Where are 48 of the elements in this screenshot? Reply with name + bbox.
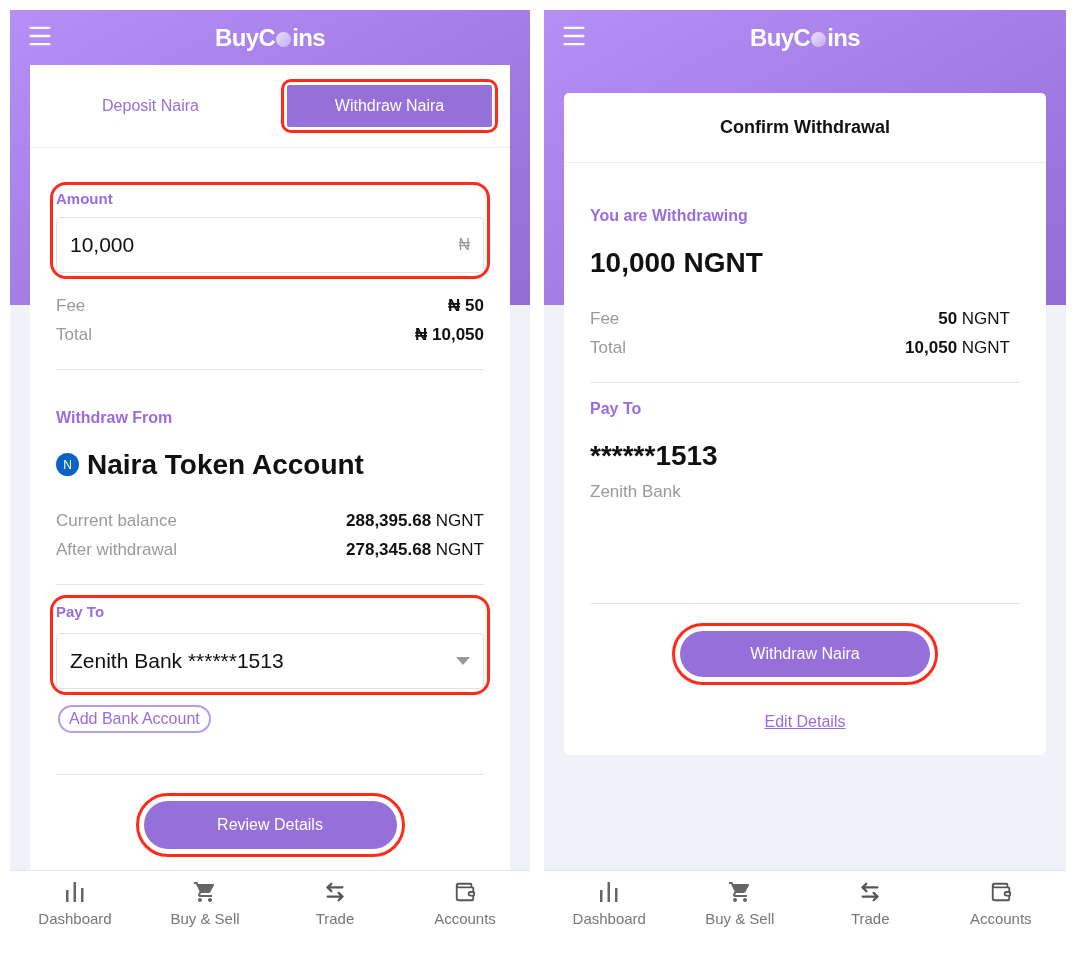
nav-tab[interactable]: Accounts <box>400 871 530 940</box>
wallet-icon <box>989 881 1012 904</box>
nav-tab[interactable]: Trade <box>805 871 936 940</box>
section-label: Pay To <box>590 399 642 419</box>
withdraw-amount: 10,000 NGNT <box>590 246 763 280</box>
nav-tab[interactable]: Accounts <box>935 871 1066 940</box>
charge-label: Fee <box>56 294 86 317</box>
account-number: ******1513 <box>590 439 718 473</box>
dropdown-icon <box>456 657 470 665</box>
nav-tab[interactable]: Dashboard <box>10 871 140 940</box>
brand-logo: BuyC ins <box>749 22 861 53</box>
nav-tab[interactable]: Buy & Sell <box>674 871 805 940</box>
brand-logo: BuyC ins <box>214 22 326 53</box>
section-label: Withdraw From <box>56 407 173 428</box>
bar-chart-icon <box>64 882 86 903</box>
amount-field[interactable]: 10,000 ₦ <box>56 216 484 273</box>
cart-icon <box>727 880 752 905</box>
card-title: Confirm Withdrawal <box>720 116 890 139</box>
balance-value: 278,345.68 NGNT <box>346 538 484 561</box>
charge-label: Total <box>56 323 92 346</box>
charge-value: ₦ 10,050 <box>415 323 484 346</box>
token-icon: N <box>56 453 79 476</box>
swap-arrows-icon <box>859 881 882 904</box>
bank-select[interactable]: Zenith Bank ******1513 <box>56 633 484 689</box>
swap-arrows-icon <box>324 881 346 904</box>
balance-value: 288,395.68 NGNT <box>346 509 484 532</box>
edit-details-link[interactable]: Edit Details <box>764 709 846 734</box>
wallet-icon <box>454 881 476 904</box>
balance-label: After withdrawal <box>56 538 177 561</box>
bar-chart-icon <box>598 882 621 903</box>
charge-label: Fee <box>590 308 620 330</box>
account-name: Naira Token Account <box>87 447 364 482</box>
field-label: Amount <box>56 189 113 209</box>
bank-name: Zenith Bank <box>590 481 681 503</box>
field-label: Pay To <box>56 601 105 622</box>
balance-label: Current balance <box>56 509 177 532</box>
nav-tab[interactable]: Trade <box>270 871 400 940</box>
charge-value: ₦ 50 <box>448 294 484 317</box>
nav-tab[interactable]: Buy & Sell <box>140 871 270 940</box>
cart-icon <box>193 880 217 905</box>
charge-label: Total <box>590 337 626 359</box>
tab[interactable]: Withdraw Naira <box>287 85 492 127</box>
section-label: You are Withdrawing <box>590 206 748 226</box>
charge-value: 50 NGNT <box>938 308 1010 330</box>
charge-value: 10,050 NGNT <box>905 337 1010 359</box>
tab[interactable]: Deposit Naira <box>48 85 253 127</box>
add-bank-button[interactable]: Add Bank Account <box>58 705 211 733</box>
nav-tab[interactable]: Dashboard <box>544 871 675 940</box>
